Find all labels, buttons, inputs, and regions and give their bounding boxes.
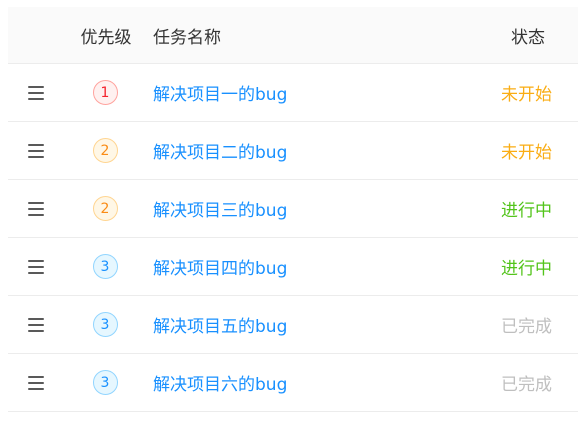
header-task-name: 任务名称: [153, 7, 221, 63]
task-name-link[interactable]: 解决项目三的bug: [153, 196, 287, 221]
header-priority: 优先级: [78, 7, 134, 63]
status-text: 进行中: [501, 259, 552, 279]
status-cell: 未开始: [501, 122, 552, 179]
table-body: 1 解决项目一的bug 未开始 2 解决项目二的bug 未开始 2 解决项目三的bug 进行中 3…: [8, 64, 578, 412]
drag-cell: [27, 180, 51, 237]
task-name-link[interactable]: 解决项目四的bug: [153, 254, 287, 279]
priority-badge: 1: [92, 80, 118, 105]
status-text: 未开始: [501, 143, 552, 163]
header-status-label: 状态: [511, 27, 545, 48]
table-row: 2 解决项目二的bug 未开始: [8, 122, 578, 180]
priority-cell: 3: [90, 296, 120, 353]
drag-handle-icon[interactable]: [27, 85, 45, 100]
table-header: 优先级 任务名称 状态: [8, 7, 578, 64]
priority-cell: 1: [90, 64, 120, 121]
table-row: 3 解决项目四的bug 进行中: [8, 238, 578, 296]
status-cell: 已完成: [501, 354, 552, 411]
drag-cell: [27, 296, 51, 353]
status-text: 已完成: [501, 317, 552, 337]
priority-badge: 2: [92, 138, 118, 163]
task-name-cell: 解决项目三的bug: [153, 180, 287, 237]
header-priority-label: 优先级: [80, 27, 132, 48]
drag-handle-icon[interactable]: [27, 259, 45, 274]
table-row: 1 解决项目一的bug 未开始: [8, 64, 578, 122]
status-text: 已完成: [501, 375, 552, 395]
status-text: 进行中: [501, 201, 552, 221]
task-name-cell: 解决项目一的bug: [153, 64, 287, 121]
task-name-cell: 解决项目六的bug: [153, 354, 287, 411]
task-name-cell: 解决项目四的bug: [153, 238, 287, 295]
priority-cell: 3: [90, 354, 120, 411]
header-status: 状态: [511, 7, 545, 63]
header-task-name-label: 任务名称: [153, 27, 221, 48]
status-cell: 进行中: [501, 238, 552, 295]
drag-handle-icon[interactable]: [27, 317, 45, 332]
task-name-link[interactable]: 解决项目二的bug: [153, 138, 287, 163]
priority-cell: 3: [90, 238, 120, 295]
drag-cell: [27, 354, 51, 411]
priority-cell: 2: [90, 122, 120, 179]
drag-handle-icon[interactable]: [27, 143, 45, 158]
drag-cell: [27, 238, 51, 295]
drag-handle-icon[interactable]: [27, 201, 45, 216]
drag-handle-icon[interactable]: [27, 375, 45, 390]
priority-cell: 2: [90, 180, 120, 237]
task-name-link[interactable]: 解决项目一的bug: [153, 80, 287, 105]
priority-badge: 2: [92, 196, 118, 221]
priority-badge: 3: [92, 370, 118, 395]
status-cell: 已完成: [501, 296, 552, 353]
task-table: 优先级 任务名称 状态 1 解决项目一的bug 未开始 2 解决项目二的bug 未开始 2 解…: [8, 7, 578, 412]
task-name-cell: 解决项目二的bug: [153, 122, 287, 179]
status-text: 未开始: [501, 85, 552, 105]
drag-cell: [27, 122, 51, 179]
priority-badge: 3: [92, 254, 118, 279]
task-name-link[interactable]: 解决项目五的bug: [153, 312, 287, 337]
table-row: 3 解决项目五的bug 已完成: [8, 296, 578, 354]
table-row: 3 解决项目六的bug 已完成: [8, 354, 578, 412]
drag-cell: [27, 64, 51, 121]
status-cell: 未开始: [501, 64, 552, 121]
priority-badge: 3: [92, 312, 118, 337]
task-name-link[interactable]: 解决项目六的bug: [153, 370, 287, 395]
status-cell: 进行中: [501, 180, 552, 237]
table-row: 2 解决项目三的bug 进行中: [8, 180, 578, 238]
task-name-cell: 解决项目五的bug: [153, 296, 287, 353]
